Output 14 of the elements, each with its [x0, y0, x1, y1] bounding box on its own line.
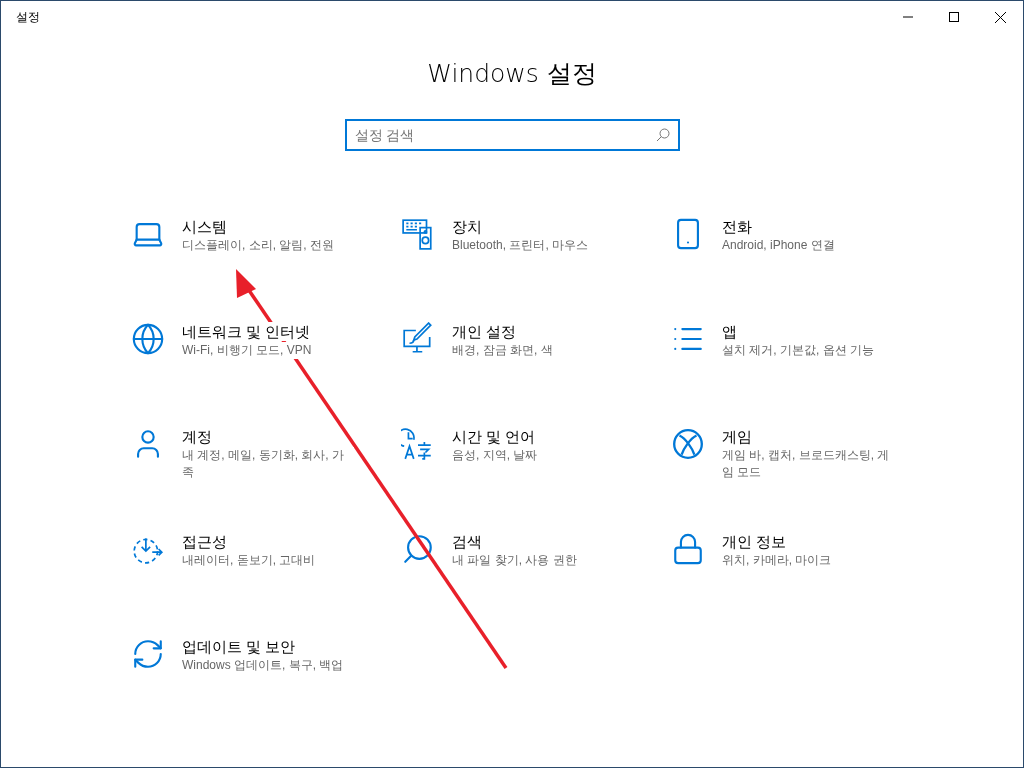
search-icon	[655, 127, 670, 142]
maximize-icon	[949, 12, 959, 22]
page-heading: Windows 설정	[427, 58, 597, 90]
category-link[interactable]: 네트워크 및 인터넷	[182, 321, 311, 341]
monitor-brush-icon	[401, 321, 435, 356]
keyboard-speaker-icon	[401, 216, 435, 251]
window-title: 설정	[16, 9, 40, 26]
search-field[interactable]: 설정 검색	[344, 118, 680, 151]
xbox-icon	[671, 426, 705, 461]
category-description: 내 계정, 메일, 동기화, 회사, 가족	[182, 446, 354, 481]
lock-icon	[671, 531, 705, 566]
globe-icon	[131, 321, 165, 356]
category-description: Wi-Fi, 비행기 모드, VPN	[182, 341, 312, 359]
close-icon	[994, 11, 1006, 23]
